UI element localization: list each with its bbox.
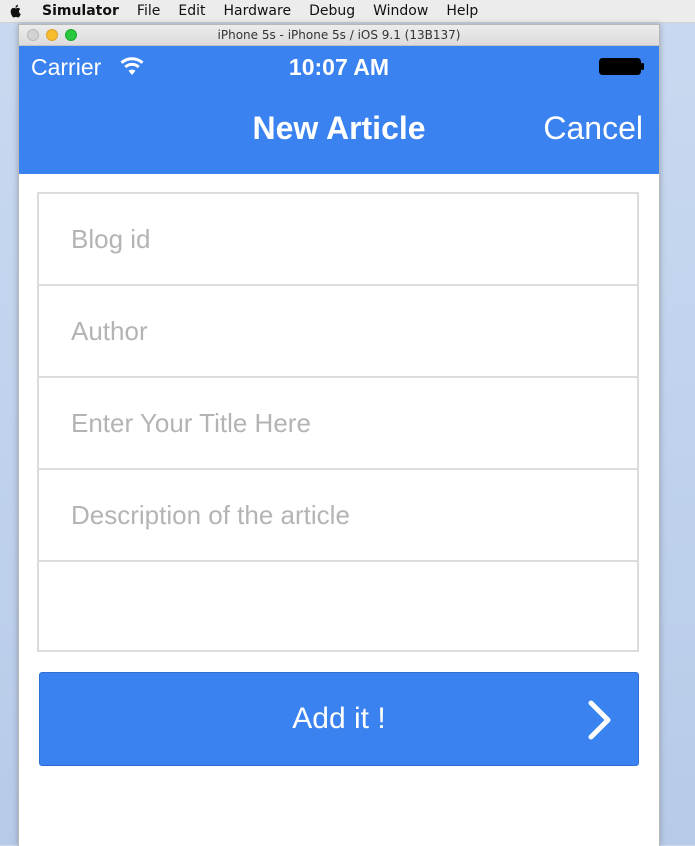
window-titlebar[interactable]: iPhone 5s - iPhone 5s / iOS 9.1 (13B137) — [19, 25, 659, 46]
menu-hardware[interactable]: Hardware — [223, 3, 291, 19]
battery-icon — [599, 58, 644, 75]
add-article-button[interactable]: Add it ! — [39, 672, 639, 766]
window-controls — [27, 29, 77, 41]
add-article-label: Add it ! — [292, 702, 386, 735]
mac-menu-bar: Simulator File Edit Hardware Debug Windo… — [0, 0, 695, 23]
blog-id-row — [39, 194, 637, 286]
menu-help[interactable]: Help — [446, 3, 478, 19]
article-form — [37, 192, 639, 652]
menu-app-name[interactable]: Simulator — [42, 3, 119, 19]
author-row — [39, 286, 637, 378]
title-input[interactable] — [71, 407, 591, 439]
status-bar: Carrier 10:07 AM — [19, 46, 659, 86]
cancel-button[interactable]: Cancel — [543, 110, 643, 147]
description-input[interactable] — [71, 499, 591, 531]
close-window-button[interactable] — [27, 29, 39, 41]
simulator-window: iPhone 5s - iPhone 5s / iOS 9.1 (13B137)… — [18, 24, 660, 846]
menu-edit[interactable]: Edit — [178, 3, 205, 19]
minimize-window-button[interactable] — [46, 29, 58, 41]
author-input[interactable] — [71, 315, 591, 347]
title-row — [39, 378, 637, 470]
top-bar: Carrier 10:07 AM New Article Cancel — [19, 46, 659, 174]
blog-id-input[interactable] — [71, 223, 591, 255]
menu-debug[interactable]: Debug — [309, 3, 355, 19]
apple-icon[interactable] — [8, 4, 22, 18]
menu-file[interactable]: File — [137, 3, 160, 19]
menu-window[interactable]: Window — [373, 3, 428, 19]
extra-input[interactable] — [71, 592, 591, 624]
ios-screen: Carrier 10:07 AM New Article Cancel Blog… — [19, 46, 659, 846]
description-row — [39, 470, 637, 562]
chevron-right-icon — [588, 700, 611, 740]
status-time: 10:07 AM — [288, 54, 390, 80]
window-title: iPhone 5s - iPhone 5s / iOS 9.1 (13B137) — [217, 28, 461, 42]
description-continued-row — [39, 562, 637, 654]
maximize-window-button[interactable] — [65, 29, 77, 41]
